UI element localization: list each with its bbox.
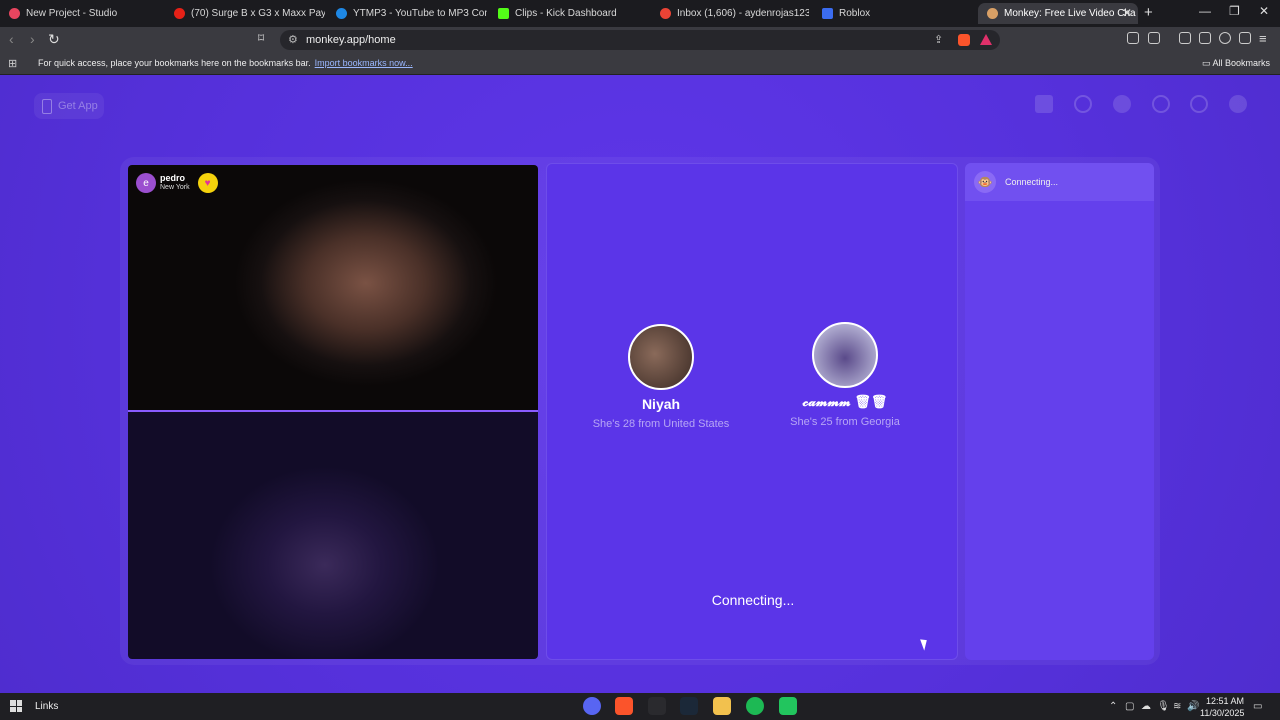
file-explorer-icon[interactable] — [713, 697, 731, 715]
connecting-status: Connecting... — [711, 592, 795, 608]
chat-app-icon[interactable] — [779, 697, 797, 715]
bookmarks-hint: For quick access, place your bookmarks h… — [38, 58, 413, 68]
ytmp3-favicon-icon — [336, 8, 347, 19]
apps-grid-icon[interactable]: ⊞ — [8, 57, 17, 70]
remote-user-info: pedro New York — [160, 174, 190, 192]
gmail-favicon-icon — [660, 8, 671, 19]
spotify-icon[interactable] — [746, 697, 764, 715]
new-tab-button[interactable]: + — [1144, 4, 1153, 21]
phone-icon — [42, 98, 52, 114]
clock-time: 12:51 AM — [1205, 696, 1244, 706]
remote-user-name: pedro — [160, 173, 186, 183]
forward-icon[interactable]: › — [30, 31, 35, 47]
wifi-icon[interactable]: ≋ — [1173, 701, 1181, 712]
tray-expand-icon[interactable]: ⌃ — [1109, 701, 1117, 712]
profile-card[interactable]: 𝓬𝓪𝓶𝓶𝓶 🗑🗑 She's 25 from Georgia — [760, 322, 930, 428]
profile-photo — [812, 322, 878, 388]
tab-studio[interactable]: New Project - Studio — [0, 3, 165, 24]
profile-name: Niyah — [641, 396, 681, 412]
tab-roblox[interactable]: Roblox — [813, 3, 973, 24]
profile-photo — [628, 324, 694, 390]
profile-name: 𝓬𝓪𝓶𝓶𝓶 🗑🗑 — [802, 394, 888, 409]
back-icon[interactable]: ‹ — [9, 31, 14, 47]
studio-favicon-icon — [9, 8, 20, 19]
tab-youtube[interactable]: (70) Surge B x G3 x Maxx Payne - Cli — [165, 3, 325, 24]
clock-date: 11/30/2025 — [1200, 708, 1245, 718]
tab-bar: New Project - Studio (70) Surge B x G3 x… — [0, 0, 1280, 27]
get-app-button[interactable]: Get App — [34, 93, 104, 119]
tab-monkey[interactable]: Monkey: Free Live Video Cha ✕ — [978, 3, 1138, 24]
folder-icon: ▭ — [1201, 58, 1213, 68]
close-tab-icon[interactable]: ✕ — [1122, 6, 1132, 20]
reading-list-icon[interactable] — [1199, 32, 1211, 44]
brave-rewards-icon[interactable] — [980, 34, 992, 45]
youtube-favicon-icon — [174, 8, 185, 19]
remote-video: e pedro New York ♥ — [128, 165, 538, 411]
cloud-icon[interactable]: ☁ — [1141, 701, 1151, 712]
search-icon[interactable] — [1074, 95, 1092, 113]
store-icon[interactable] — [1035, 95, 1053, 113]
tab-ytmp3[interactable]: YTMP3 - YouTube to MP3 Converter — [327, 3, 487, 24]
tab-gmail[interactable]: Inbox (1,606) - aydenrojas12345@gm — [651, 3, 809, 24]
profile-description: She's 25 from Georgia — [790, 416, 900, 428]
video-area: e pedro New York ♥ — [128, 165, 538, 659]
kick-favicon-icon — [498, 8, 509, 19]
monkey-icon: 🐵 — [974, 171, 996, 193]
share-icon[interactable]: ⇪ — [934, 33, 943, 46]
tray-app-icon[interactable]: ▢ — [1125, 701, 1134, 712]
roblox-favicon-icon — [822, 8, 833, 19]
matching-panel: Niyah She's 28 from United States 𝓬𝓪𝓶𝓶𝓶 … — [546, 163, 958, 660]
bookmarks-bar: ⊞ For quick access, place your bookmarks… — [0, 53, 1280, 75]
remote-user-city: New York — [160, 184, 190, 191]
brave-shields-icon[interactable] — [958, 34, 970, 46]
maximize-icon[interactable]: ❐ — [1229, 4, 1240, 18]
url-text[interactable]: monkey.app/home — [306, 34, 396, 46]
window-close-icon[interactable]: ✕ — [1259, 4, 1269, 18]
notifications-icon[interactable]: ▭ — [1253, 701, 1262, 712]
steam-icon[interactable] — [680, 697, 698, 715]
menu-icon[interactable]: ≡ — [1259, 31, 1267, 46]
address-bar-row: ‹ › ↻ ⌑ ⚙ monkey.app/home ⇪ ≡ — [0, 27, 1280, 53]
profile-icon[interactable] — [1229, 95, 1247, 113]
history-icon[interactable] — [1152, 95, 1170, 113]
minimize-icon[interactable]: — — [1199, 4, 1211, 18]
extensions-icon[interactable] — [1127, 32, 1139, 44]
avatar: e — [136, 173, 156, 193]
sidebar-icon[interactable] — [1179, 32, 1191, 44]
local-video — [128, 412, 538, 659]
start-button[interactable] — [10, 700, 22, 712]
tab-kick[interactable]: Clips - Kick Dashboard — [489, 3, 649, 24]
microphone-icon[interactable]: 🎙 — [1157, 701, 1170, 712]
reload-icon[interactable]: ↻ — [48, 31, 60, 48]
profile-description: She's 28 from United States — [592, 418, 730, 430]
chat-panel: 🐵 Connecting... — [965, 163, 1154, 660]
links-toolbar[interactable]: Links — [35, 701, 58, 712]
volume-icon[interactable]: 🔊 — [1187, 701, 1199, 712]
import-bookmarks-link[interactable]: Import bookmarks now... — [315, 58, 413, 68]
remote-user-tag[interactable]: e pedro New York ♥ — [136, 173, 218, 193]
app-icon[interactable] — [648, 697, 666, 715]
bookmark-icon[interactable]: ⌑ — [258, 31, 264, 45]
leo-ai-icon[interactable] — [1219, 32, 1231, 44]
wallet-icon[interactable] — [1148, 32, 1160, 44]
profile-card[interactable]: Niyah She's 28 from United States — [576, 324, 746, 430]
url-bar[interactable]: ⚙ monkey.app/home ⇪ — [280, 30, 1000, 50]
monkey-favicon-icon — [987, 8, 998, 19]
taskbar: Links ⌃ ▢ ☁ 🎙 ≋ 🔊 12:51 AM 11/30/2025 ▭ — [0, 693, 1280, 720]
vpn-icon[interactable] — [1239, 32, 1251, 44]
brave-icon[interactable] — [615, 697, 633, 715]
coin-icon[interactable] — [1113, 95, 1131, 113]
system-clock[interactable]: 12:51 AM 11/30/2025 — [1200, 695, 1244, 719]
all-bookmarks-button[interactable]: ▭ All Bookmarks — [1202, 58, 1270, 69]
chat-status: Connecting... — [1005, 177, 1059, 187]
chat-icon[interactable] — [1190, 95, 1208, 113]
heart-icon[interactable]: ♥ — [197, 173, 218, 193]
discord-icon[interactable] — [583, 697, 601, 715]
chat-header: 🐵 Connecting... — [965, 163, 1154, 201]
site-info-icon[interactable]: ⚙ — [288, 33, 298, 46]
